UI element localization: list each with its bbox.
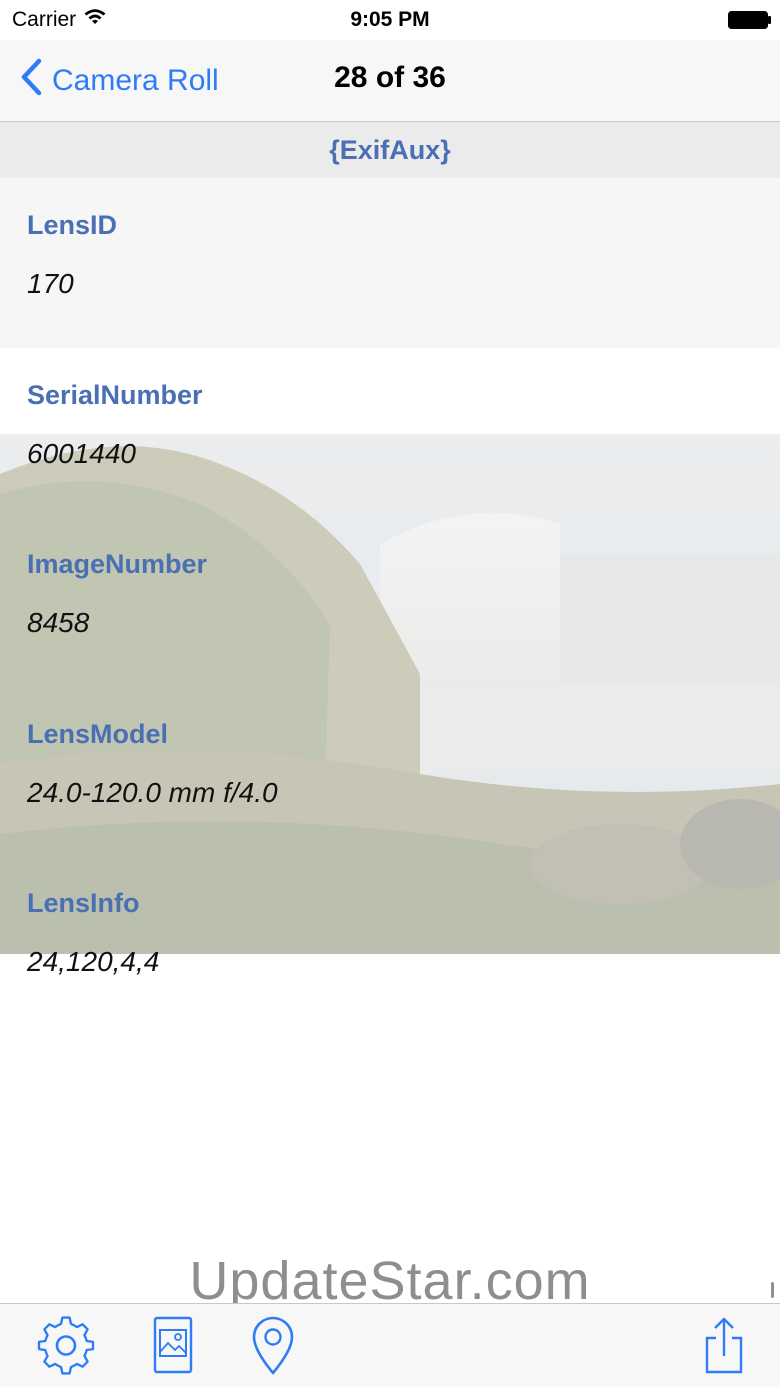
list-item[interactable]: LensInfo 24,120,4,4	[0, 856, 780, 1026]
settings-button[interactable]	[36, 1315, 96, 1381]
row-label: LensModel	[27, 718, 169, 749]
row-value: 170	[27, 268, 74, 299]
navigation-bar: Camera Roll 28 of 36	[0, 40, 780, 122]
gear-icon	[36, 1315, 96, 1381]
list-item[interactable]: ImageNumber 8458	[0, 517, 780, 687]
share-button[interactable]	[694, 1316, 754, 1381]
metadata-list[interactable]: {ExifAux} LensID 170 SerialNumber 600144…	[0, 122, 780, 1303]
list-item[interactable]: SerialNumber 6001440	[0, 348, 780, 518]
section-header: {ExifAux}	[0, 122, 780, 178]
list-item[interactable]: LensModel 24.0-120.0 mm f/4.0	[0, 687, 780, 857]
location-pin-icon	[248, 1316, 298, 1381]
photo-icon	[148, 1316, 198, 1381]
row-value: 24,120,4,4	[27, 946, 160, 978]
screen: Carrier 9:05 PM Camera Roll 28 of 36 {Ex…	[0, 0, 780, 1387]
location-button[interactable]	[243, 1316, 303, 1381]
list-item[interactable]: LensID 170	[0, 178, 780, 348]
bottom-toolbar	[0, 1303, 780, 1387]
row-value: 8458	[27, 607, 90, 639]
battery-icon	[728, 11, 771, 29]
status-bar: Carrier 9:05 PM	[0, 0, 780, 40]
row-label: LensID	[27, 210, 118, 240]
status-time: 9:05 PM	[350, 8, 430, 31]
page-title: 28 of 36	[334, 61, 446, 94]
row-value: 24.0-120.0 mm f/4.0	[27, 776, 278, 808]
photo-button[interactable]	[143, 1316, 203, 1381]
row-label: SerialNumber	[27, 379, 203, 410]
row-label: LensInfo	[27, 888, 140, 919]
exif-rows: LensID 170 SerialNumber 6001440 ImageNum…	[0, 178, 780, 1026]
share-icon	[699, 1316, 749, 1381]
row-label: ImageNumber	[27, 549, 208, 580]
row-value: 6001440	[27, 437, 137, 469]
